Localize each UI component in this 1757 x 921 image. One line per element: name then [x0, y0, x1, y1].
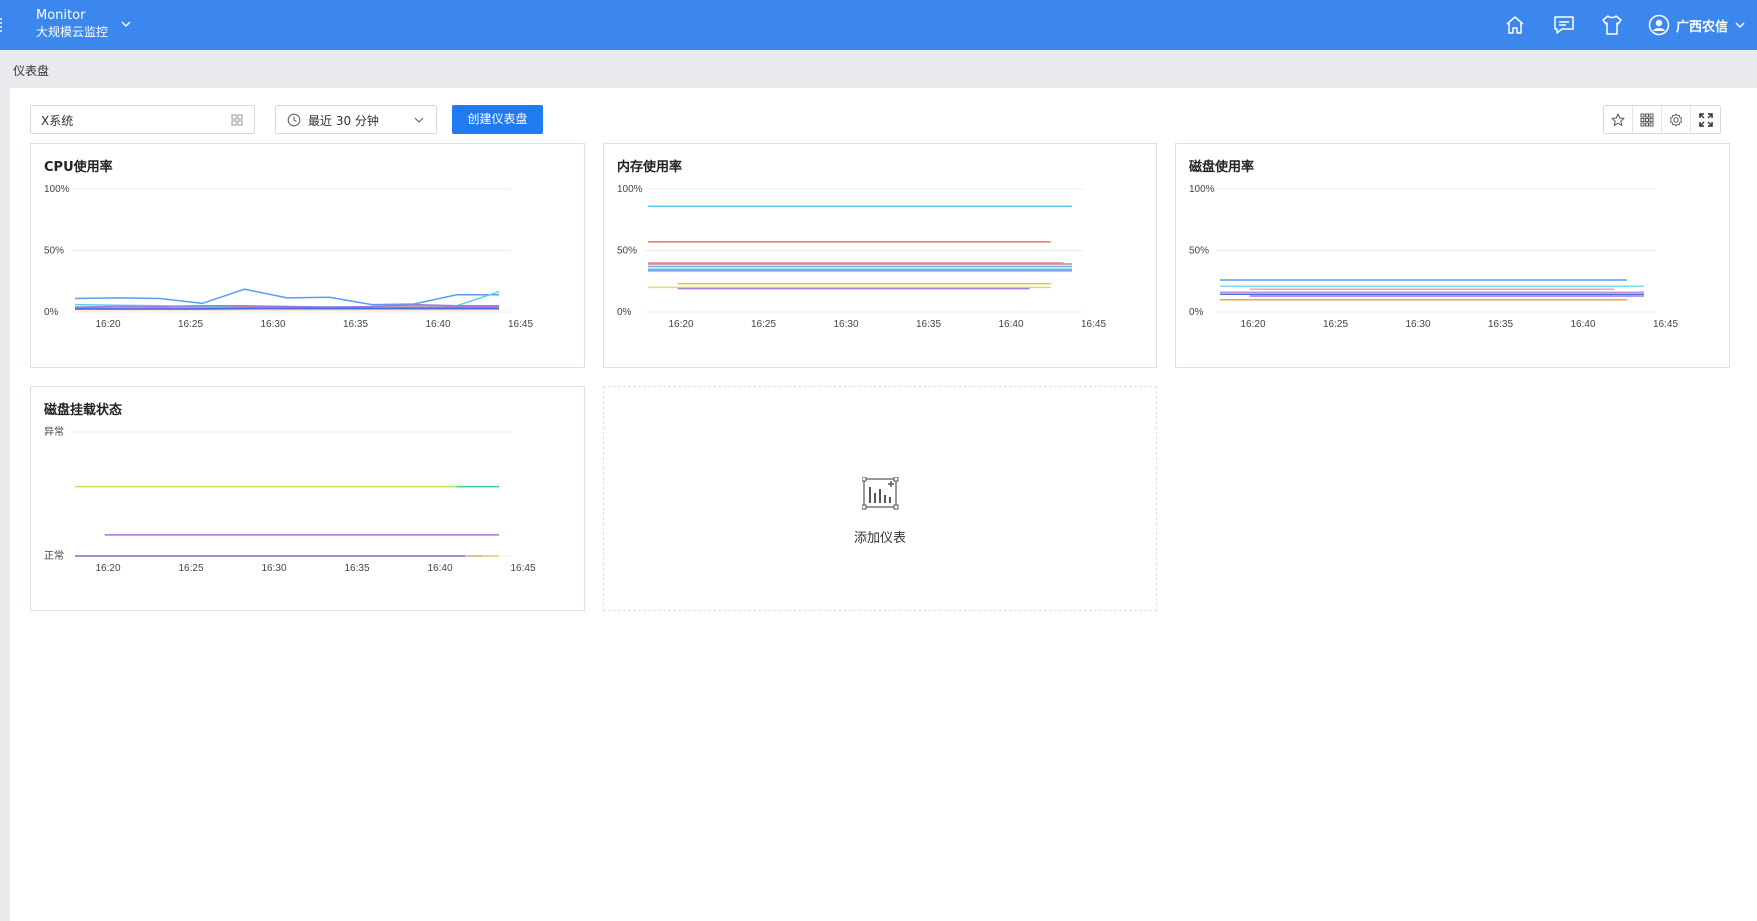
user-name: 广西农信 [1676, 19, 1729, 35]
x-tick-label: 16:30 [1405, 319, 1430, 330]
x-tick-label: 16:25 [178, 319, 203, 330]
clock-icon [287, 113, 301, 127]
chevron-down-icon [414, 117, 424, 123]
y-tick-label: 50% [1189, 246, 1209, 257]
series-line [74, 288, 499, 306]
favorite-button[interactable] [1604, 106, 1633, 133]
x-tick-label: 16:25 [751, 319, 776, 330]
x-tick-label: 16:20 [95, 563, 120, 574]
message-icon[interactable] [1552, 13, 1576, 37]
y-tick-label: 0% [617, 307, 632, 318]
app-name: Monitor [36, 8, 86, 23]
system-select[interactable]: X系统 [30, 105, 255, 134]
x-tick-label: 16:35 [344, 563, 369, 574]
star-icon [1611, 113, 1625, 126]
settings-button[interactable] [1662, 106, 1691, 133]
fullscreen-button[interactable] [1691, 106, 1720, 133]
breadcrumb: 仪表盘 [13, 64, 50, 78]
x-tick-label: 16:40 [425, 319, 450, 330]
chart-card-cpu[interactable]: CPU使用率 100% 50% 0% 16:20 16:25 16:30 16:35 16:4… [30, 143, 585, 368]
y-tick-label: 50% [44, 246, 64, 257]
x-tick-label: 16:30 [833, 319, 858, 330]
y-tick-label: 100% [1189, 184, 1215, 195]
chevron-down-icon [121, 21, 131, 27]
create-dashboard-button[interactable]: 创建仪表盘 [452, 105, 543, 134]
y-tick-label: 100% [617, 184, 643, 195]
layout-button[interactable] [1633, 106, 1662, 133]
x-tick-label: 16:30 [260, 319, 285, 330]
add-chart-icon [862, 477, 899, 510]
clear-icon[interactable] [231, 114, 243, 126]
chart-card-memory[interactable]: 内存使用率 100% 50% 0% 16:20 16:25 16:30 16:35 16:40… [603, 143, 1157, 368]
x-tick-label: 16:35 [1488, 319, 1513, 330]
skin-icon[interactable] [1600, 13, 1624, 37]
y-tick-label: 异常 [44, 425, 64, 438]
y-tick-label: 正常 [44, 549, 64, 562]
chevron-down-icon [1735, 22, 1745, 28]
home-icon[interactable] [1503, 13, 1527, 37]
app-subtitle: 大规模云监控 [36, 25, 109, 39]
user-menu[interactable]: 广西农信 [1648, 13, 1746, 37]
cpu-usage-chart: 100% 50% 0% 16:20 16:25 16:30 16:35 16:40 16:45 [44, 184, 533, 330]
x-tick-label: 16:25 [178, 563, 203, 574]
dashboard-tools [1603, 105, 1721, 134]
x-tick-label: 16:40 [1570, 319, 1595, 330]
disk-mount-status-chart: 异常正常 16:20 16:25 16:30 16:35 16:40 16:45 [44, 425, 536, 574]
menu-handle[interactable] [0, 18, 4, 32]
y-tick-label: 100% [44, 184, 70, 195]
memory-usage-chart: 100% 50% 0% 16:20 16:25 16:30 16:35 16:40 16:45 [617, 184, 1106, 330]
x-tick-label: 16:35 [916, 319, 941, 330]
x-tick-label: 16:35 [343, 319, 368, 330]
x-tick-label: 16:20 [668, 319, 693, 330]
grid-icon [1640, 113, 1654, 126]
add-widget-card[interactable]: 添加仪表 [603, 386, 1157, 611]
x-tick-label: 16:20 [1240, 319, 1265, 330]
y-tick-label: 50% [617, 246, 637, 257]
app-switcher[interactable]: Monitor 大规模云监控 [36, 8, 131, 40]
x-tick-label: 16:45 [1653, 319, 1678, 330]
x-tick-label: 16:30 [261, 563, 286, 574]
x-tick-label: 16:45 [510, 563, 535, 574]
gear-icon [1669, 113, 1683, 126]
chart-card-disk-mount[interactable]: 磁盘挂载状态 异常 正常 16:20 16:25 16:30 16:35 16:40 16:4… [30, 386, 585, 611]
disk-usage-chart: 100% 50% 0% 16:20 16:25 16:30 16:35 16:40 16:45 [1189, 184, 1678, 330]
y-tick-label: 0% [44, 307, 59, 318]
time-range-value: 最近 30 分钟 [308, 114, 379, 128]
fullscreen-icon [1698, 112, 1713, 127]
chart-card-disk[interactable]: 磁盘使用率 100% 50% 0% 16:20 16:25 16:30 16:35 16:40… [1175, 143, 1730, 368]
series-line [75, 307, 499, 310]
breadcrumb-bar: 仪表盘 [0, 50, 1757, 88]
x-tick-label: 16:40 [427, 563, 452, 574]
x-tick-label: 16:40 [998, 319, 1023, 330]
x-tick-label: 16:25 [1323, 319, 1348, 330]
system-select-value: X系统 [41, 114, 74, 128]
avatar-icon [1648, 14, 1670, 36]
add-widget-label: 添加仪表 [853, 531, 906, 546]
x-tick-label: 16:45 [508, 319, 533, 330]
top-header: Monitor 大规模云监控 广西农信 [0, 0, 1757, 50]
x-tick-label: 16:45 [1081, 319, 1106, 330]
x-tick-label: 16:20 [95, 319, 120, 330]
y-tick-label: 0% [1189, 307, 1204, 318]
time-range-select[interactable]: 最近 30 分钟 [275, 105, 437, 134]
